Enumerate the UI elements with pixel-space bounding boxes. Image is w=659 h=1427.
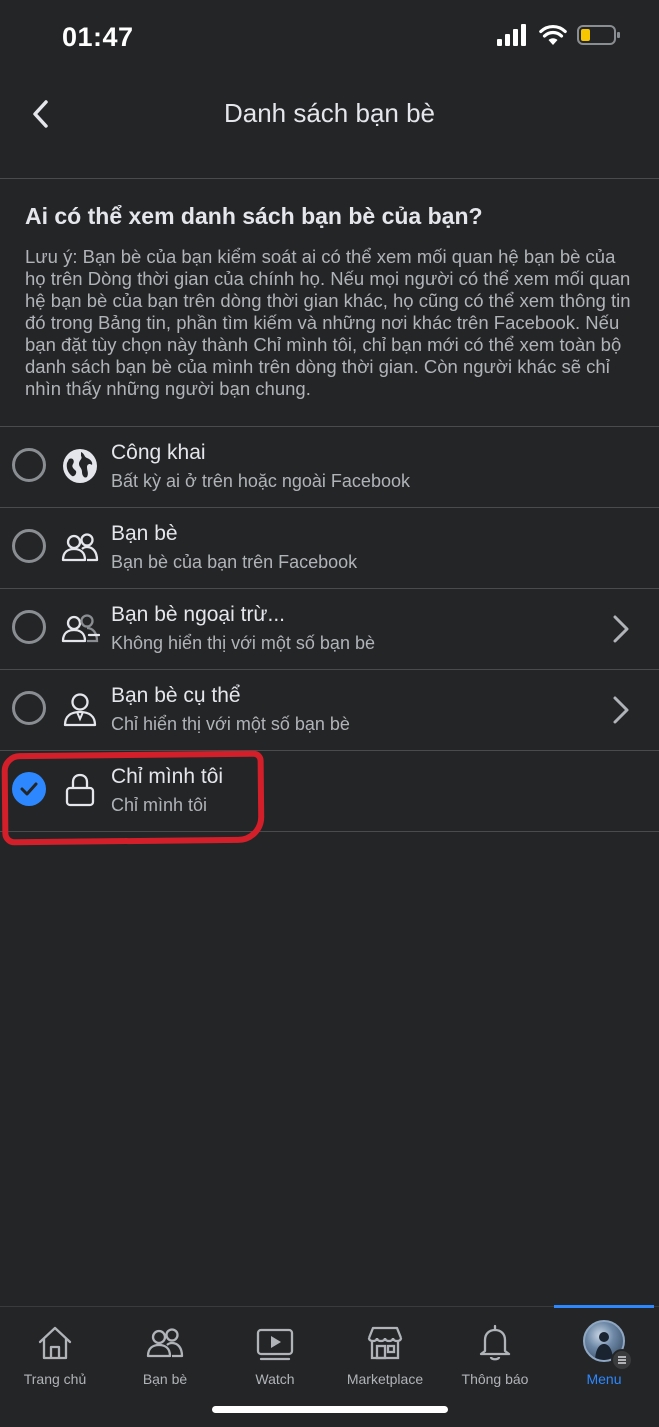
option-specific-friends[interactable]: Bạn bè cụ thể Chỉ hiển thị với một số bạ… [0, 669, 659, 750]
option-public[interactable]: Công khai Bất kỳ ai ở trên hoặc ngoài Fa… [0, 426, 659, 507]
status-icons [497, 24, 621, 46]
home-indicator[interactable] [212, 1406, 448, 1413]
globe-icon [63, 449, 97, 483]
tab-label: Bạn bè [142, 1371, 188, 1387]
status-time: 01:47 [62, 22, 134, 52]
option-subtitle: Không hiển thị với một số bạn bè [111, 633, 375, 653]
radio-button[interactable] [12, 691, 46, 725]
lock-icon [65, 773, 95, 807]
marketplace-icon [367, 1326, 403, 1360]
option-title: Chỉ mình tôi [111, 765, 224, 788]
watch-icon [256, 1328, 294, 1361]
friends-icon [146, 1328, 184, 1358]
chevron-right-icon [613, 615, 629, 643]
radio-button[interactable] [12, 448, 46, 482]
tab-label: Menu [586, 1371, 622, 1387]
tab-label: Watch [255, 1371, 295, 1387]
option-title: Công khai [111, 441, 206, 464]
page-title: Danh sách bạn bè [223, 98, 436, 128]
option-subtitle: Bạn bè của bạn trên Facebook [111, 552, 358, 572]
option-title: Bạn bè cụ thể [111, 684, 241, 707]
radio-button[interactable] [12, 529, 46, 563]
tab-marketplace[interactable]: Marketplace [330, 1307, 440, 1403]
signal-icon [497, 24, 526, 46]
tab-notifications[interactable]: Thông báo [440, 1307, 550, 1403]
divider [0, 178, 659, 179]
tab-home[interactable]: Trang chủ [0, 1307, 110, 1403]
option-subtitle: Chỉ mình tôi [111, 795, 208, 815]
option-only-me[interactable]: Chỉ mình tôi Chỉ mình tôi [0, 750, 659, 832]
specific-friend-icon [63, 693, 97, 727]
option-subtitle: Chỉ hiển thị với một số bạn bè [111, 714, 350, 734]
friends-except-icon [61, 614, 100, 643]
section-question: Ai có thể xem danh sách bạn bè của bạn? [25, 203, 483, 229]
option-friends-except[interactable]: Bạn bè ngoại trừ... Không hiển thị với m… [0, 588, 659, 669]
option-friends[interactable]: Bạn bè Bạn bè của bạn trên Facebook [0, 507, 659, 588]
tab-label: Marketplace [346, 1371, 424, 1387]
bell-icon [479, 1324, 511, 1361]
tab-menu[interactable]: Menu [549, 1307, 659, 1403]
checkmark-icon [20, 782, 38, 796]
privacy-options-list: Công khai Bất kỳ ai ở trên hoặc ngoài Fa… [0, 426, 659, 832]
option-subtitle: Bất kỳ ai ở trên hoặc ngoài Facebook [111, 471, 410, 491]
option-title: Bạn bè [111, 522, 178, 545]
tab-label: Thông báo [461, 1371, 529, 1387]
chevron-right-icon [613, 696, 629, 724]
status-bar: 01:47 [0, 0, 659, 74]
option-title: Bạn bè ngoại trừ... [111, 603, 285, 626]
radio-button-selected[interactable] [12, 772, 46, 806]
tab-label: Trang chủ [23, 1371, 87, 1387]
navigation-bar: Danh sách bạn bè [0, 74, 659, 178]
battery-icon [577, 25, 620, 45]
friends-icon [61, 533, 99, 562]
radio-button[interactable] [12, 610, 46, 644]
tab-friends[interactable]: Bạn bè [110, 1307, 220, 1403]
tab-watch[interactable]: Watch [220, 1307, 330, 1403]
menu-badge-icon [611, 1349, 633, 1371]
home-icon [38, 1326, 72, 1360]
section-note: Lưu ý: Bạn bè của bạn kiểm soát ai có th… [25, 246, 631, 399]
wifi-icon [539, 24, 567, 45]
